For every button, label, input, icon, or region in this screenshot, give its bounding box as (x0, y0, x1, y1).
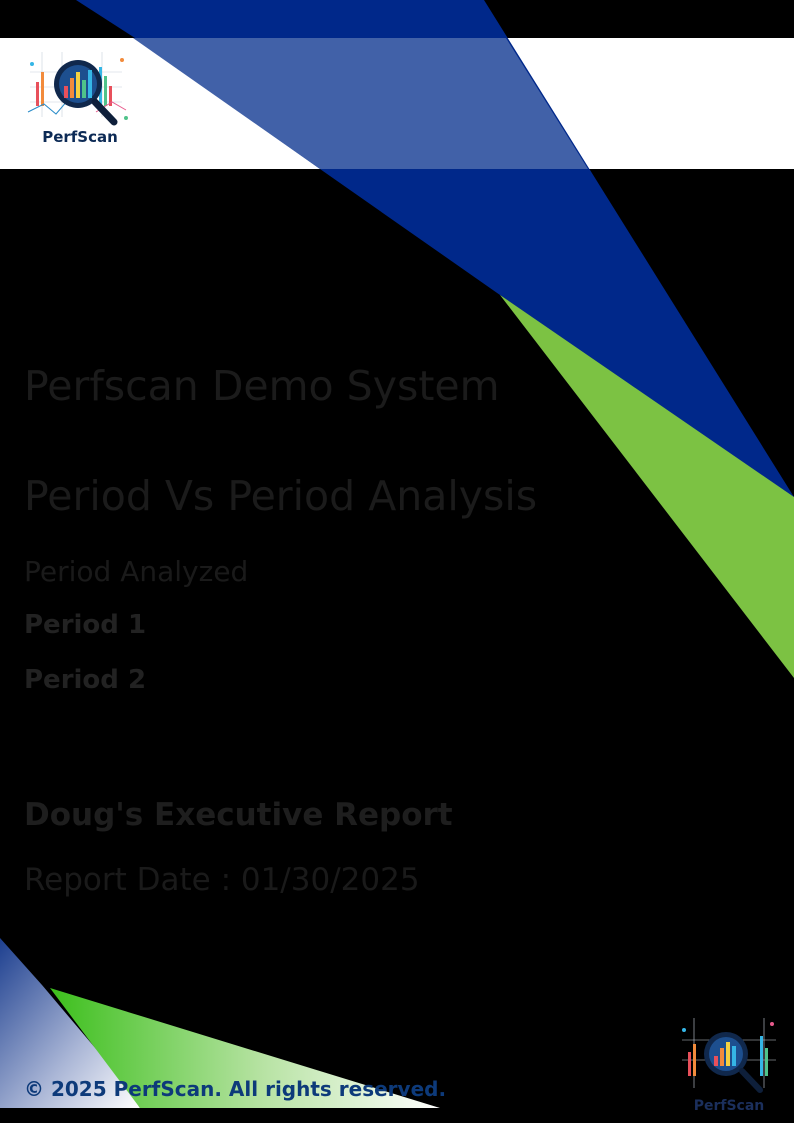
perfscan-footer-logo: PerfScan (676, 1010, 782, 1118)
footer-logo-wordmark: PerfScan (693, 1098, 765, 1114)
report-cover-page: PerfScan Perfscan Demo System Period Vs … (0, 0, 794, 1123)
report-title: Doug's Executive Report (24, 797, 453, 833)
report-date: Report Date : 01/30/2025 (24, 862, 420, 898)
copyright-notice: © 2025 PerfScan. All rights reserved. (24, 1077, 447, 1101)
logo-wordmark: PerfScan (42, 128, 118, 146)
analysis-title: Period Vs Period Analysis (24, 472, 538, 520)
period-1-label: Period 1 (24, 610, 147, 640)
magnifier-chart-icon (682, 1018, 776, 1093)
period-2-label: Period 2 (24, 665, 147, 695)
perfscan-logo: PerfScan (22, 42, 138, 150)
period-analyzed-label: Period Analyzed (24, 555, 249, 588)
magnifier-chart-icon (27, 52, 128, 126)
system-name: Perfscan Demo System (24, 362, 500, 410)
